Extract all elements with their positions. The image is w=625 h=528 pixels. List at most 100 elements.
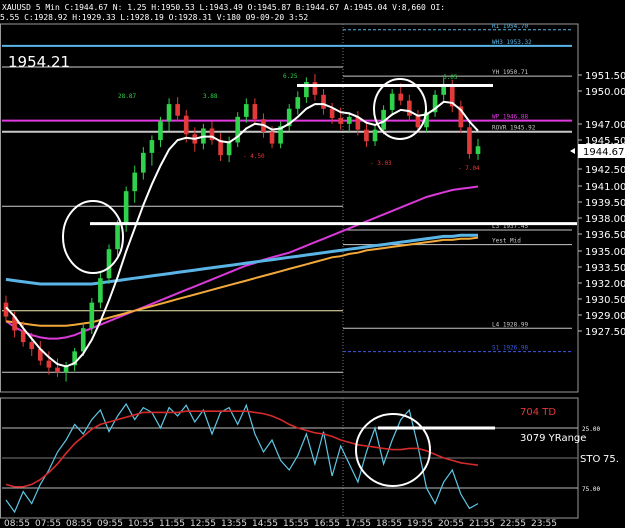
candle-body (364, 129, 369, 142)
candle-body (252, 104, 258, 120)
candle-body (98, 278, 103, 303)
pivot-level-label: YH 1950.71 (492, 69, 529, 76)
price-axis-label: 1942.50 (585, 165, 625, 176)
candle-body (295, 97, 301, 109)
candle-body (243, 104, 249, 117)
candle-body (20, 330, 26, 343)
price-axis-label: 1932.00 (585, 279, 625, 290)
candle-body (29, 342, 35, 350)
price-axis-label: 1935.00 (585, 247, 625, 258)
ma-line-orange-ma (5, 236, 479, 327)
ma-line-blue-ma (5, 233, 478, 286)
pivot-level-label: WH3 1953.32 (492, 39, 532, 46)
pivot-level-label: L4 1928.99 (492, 321, 529, 328)
candle-body (475, 146, 481, 155)
candle-body (407, 100, 412, 116)
price-axis-label: 1933.50 (585, 263, 625, 274)
ema-line (5, 100, 479, 368)
time-axis-label: 20:55 (438, 519, 464, 528)
candle-body (398, 93, 404, 101)
time-axis-label: 17:55 (345, 519, 371, 528)
candle-body (55, 367, 60, 373)
candle-body (346, 116, 352, 124)
candle-body (106, 249, 112, 279)
price-axis-label: 1936.50 (585, 230, 625, 241)
candle-body (46, 360, 52, 368)
drawn-circle-annotation (373, 78, 427, 140)
chart-window: R1 1954.70 WH3 1953.32 YH 1950.71 WP 1946.8… (0, 0, 625, 528)
big-price-label: 1954.21 (8, 53, 70, 71)
candle-body (89, 302, 95, 329)
swing-label: 3.88 (203, 93, 218, 100)
chart-canvas[interactable]: R1 1954.70 WH3 1953.32 YH 1950.71 WP 1946.8… (0, 0, 625, 528)
header-indicator-line: 5.55 C:1928.92 H:1929.33 L:1928.19 O:192… (0, 13, 308, 22)
pivot-level-label: WP 1946.88 (492, 114, 529, 121)
candle-body (80, 328, 86, 352)
time-axis-label: 19:55 (407, 519, 433, 528)
time-axis-label: 23:55 (531, 519, 557, 528)
time-axis-label: 16:55 (314, 519, 340, 528)
header-quote-line: XAUUSD 5 Min C:1944.67 N: 1.25 H:1950.53… (2, 3, 445, 12)
stoch-line-pct-d (5, 410, 479, 488)
time-axis-label: 12:55 (190, 519, 216, 528)
time-axis-label: 13:55 (221, 519, 247, 528)
time-axis-label: 15:55 (283, 519, 309, 528)
time-axis-label: 11:55 (159, 519, 185, 528)
candle-body (269, 131, 275, 144)
candle-body (389, 93, 395, 110)
time-axis-label: 08:55 (4, 519, 30, 528)
candle-body (329, 108, 335, 119)
time-axis-label: 22:55 (500, 519, 526, 528)
stoch-legend-label: 704 TD (520, 407, 556, 418)
price-axis-label: 1950.00 (585, 87, 625, 98)
candle-body (175, 104, 180, 116)
candle-body (415, 115, 421, 128)
candle-body (467, 127, 472, 155)
time-axis-label: 08:55 (66, 519, 92, 528)
time-axis-label: 21:55 (469, 519, 495, 528)
pivot-level-label: Yest Mid (492, 238, 521, 245)
stoch-value-label: 75. (603, 454, 619, 465)
swing-label: - 7.04 (458, 165, 480, 172)
current-price-label: 1944.67 (583, 147, 624, 158)
time-axis-label: 09:55 (97, 519, 123, 528)
candle-body (338, 118, 344, 124)
price-axis-label: 1938.00 (585, 214, 625, 225)
swing-label: 6.25 (283, 73, 298, 80)
price-axis-label: 1930.50 (585, 295, 625, 306)
candle-body (166, 104, 172, 122)
candle-body (140, 152, 146, 173)
pivot-level-label: R1 1954.70 (492, 23, 529, 30)
candle-body (312, 82, 318, 95)
candle-body (158, 121, 163, 141)
price-axis-label: 1927.50 (585, 327, 625, 338)
pivot-level-label: S1 1926.98 (492, 345, 529, 352)
swing-label: 28.87 (118, 93, 136, 100)
candle-body (149, 140, 155, 153)
swing-label: 6.05 (443, 74, 458, 81)
candle-body (321, 94, 326, 109)
time-axis-label: 14:55 (252, 519, 278, 528)
candle-body (372, 129, 378, 142)
stoch-legend-label: STO (580, 454, 600, 465)
candle-body (183, 115, 189, 135)
price-axis-label: 1941.00 (585, 182, 625, 193)
candle-body (123, 191, 129, 225)
time-axis-label: 18:55 (376, 519, 402, 528)
current-price-arrow (570, 148, 575, 154)
price-axis-label: 1947.00 (585, 120, 625, 131)
price-axis-label: 1951.50 (585, 71, 625, 82)
time-axis-label: 10:55 (128, 519, 154, 528)
swing-label: - 3.03 (370, 160, 392, 167)
drawn-circle-annotation (62, 200, 124, 274)
stoch-axis-label: 75.00 (582, 486, 600, 493)
stoch-axis-label: 25.00 (582, 426, 600, 433)
price-axis-label: 1929.00 (585, 311, 625, 322)
swing-label: - 4.50 (243, 153, 265, 160)
candle-body (226, 142, 232, 156)
candle-body (132, 172, 138, 192)
time-axis-label: 07:55 (35, 519, 61, 528)
price-axis-label: 1939.50 (585, 198, 625, 209)
candle-body (115, 224, 120, 250)
pivot-level-label: ROVR 1945.92 (492, 125, 536, 132)
